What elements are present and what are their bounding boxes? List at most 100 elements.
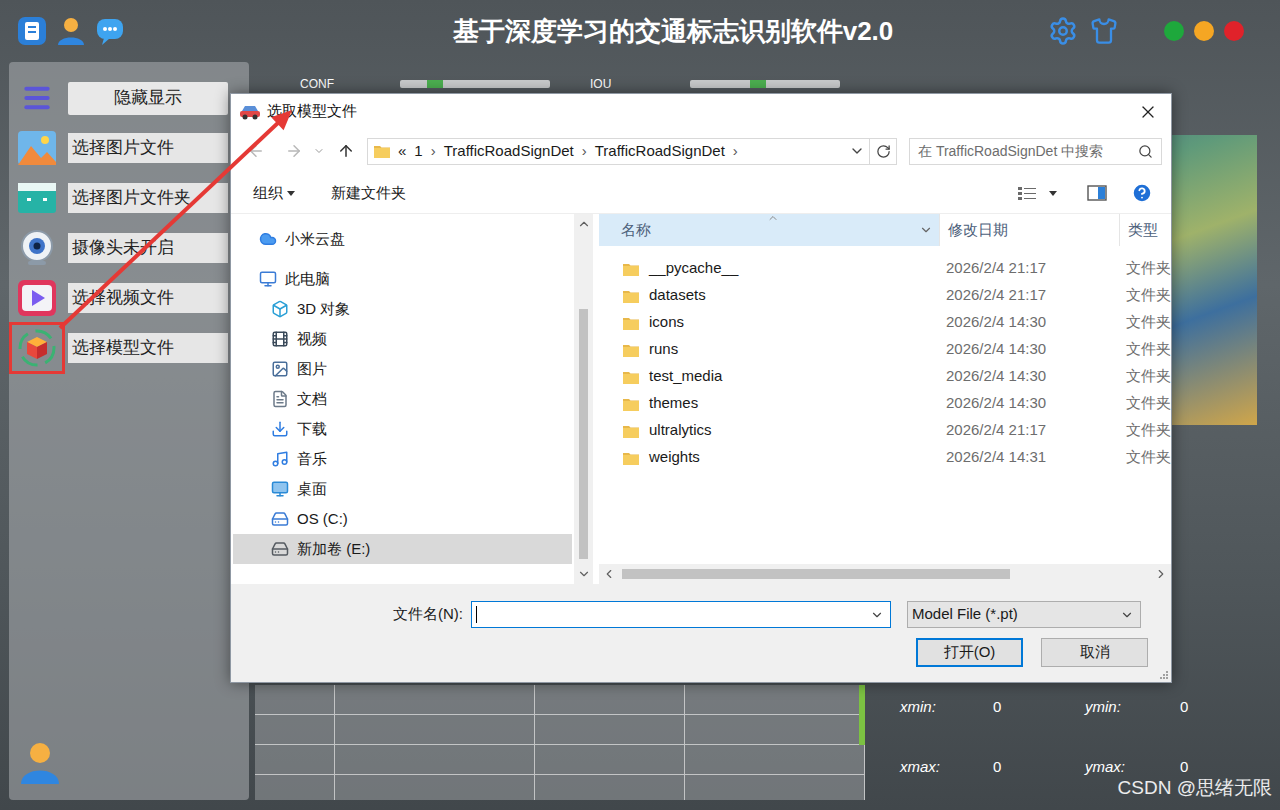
table-cell (535, 745, 685, 774)
file-type: 文件夹 (1119, 284, 1171, 307)
address-dropdown-icon[interactable] (849, 143, 865, 159)
sidebar-item-label[interactable]: 选择图片文件夹 (68, 183, 228, 213)
table-row[interactable] (255, 745, 865, 775)
nav-item[interactable]: 文档 (233, 384, 572, 414)
filename-history-icon[interactable] (870, 608, 884, 622)
open-button[interactable]: 打开(O) (916, 638, 1023, 667)
file-type: 文件夹 (1119, 446, 1171, 469)
view-mode-icon[interactable] (1017, 185, 1037, 201)
scroll-right-icon[interactable] (1154, 567, 1168, 581)
filename-input[interactable] (471, 601, 891, 628)
table-row[interactable] (255, 685, 865, 715)
nav-item[interactable]: 新加卷 (E:) (233, 534, 572, 564)
nav-item[interactable]: 此电脑 (233, 264, 572, 294)
scroll-up-icon[interactable] (577, 217, 591, 231)
window-control-dot[interactable] (1164, 21, 1184, 41)
file-row[interactable]: weights2026/2/4 14:31文件夹 (599, 444, 1171, 471)
slider-thumb[interactable] (427, 80, 443, 88)
organize-menu[interactable]: 组织 (253, 182, 295, 205)
sidebar-item[interactable]: 摄像头未开启 (9, 223, 249, 273)
chat-icon[interactable] (94, 15, 126, 47)
window-controls (1164, 21, 1244, 41)
column-header[interactable]: 修改日期 (939, 214, 1119, 246)
breadcrumb-separator[interactable]: › (431, 140, 436, 163)
file-row[interactable]: icons2026/2/4 14:30文件夹 (599, 309, 1171, 336)
table-row[interactable] (255, 775, 865, 800)
breadcrumb-item[interactable]: TrafficRoadSignDet (444, 140, 574, 163)
slider-thumb[interactable] (750, 80, 766, 88)
address-bar[interactable]: « 1 › TrafficRoadSignDet › TrafficRoadSignDet… (367, 138, 870, 165)
nav-item[interactable]: OS (C:) (233, 504, 572, 534)
breadcrumb-item[interactable]: TrafficRoadSignDet (595, 140, 725, 163)
table-scrollbar[interactable] (859, 685, 865, 745)
scroll-down-icon[interactable] (577, 567, 591, 581)
breadcrumb-separator[interactable]: › (582, 140, 587, 163)
gear-icon[interactable] (1048, 16, 1078, 46)
file-row[interactable]: themes2026/2/4 14:30文件夹 (599, 390, 1171, 417)
nav-item[interactable]: 小米云盘 (233, 224, 572, 254)
file-row[interactable]: ultralytics2026/2/4 21:17文件夹 (599, 417, 1171, 444)
sidebar-item[interactable]: 选择视频文件 (9, 273, 249, 323)
shirt-icon[interactable] (1090, 17, 1118, 45)
recent-icon[interactable] (313, 145, 325, 157)
nav-scroll-thumb[interactable] (579, 309, 588, 559)
file-row[interactable]: test_media2026/2/4 14:30文件夹 (599, 363, 1171, 390)
sidebar-item-label[interactable]: 选择图片文件 (68, 133, 228, 163)
nav-scrollbar[interactable] (574, 214, 593, 584)
column-header[interactable]: 名称 (599, 214, 939, 246)
dialog-body: 小米云盘此电脑3D 对象视频图片文档下载音乐桌面OS (C:)新加卷 (E:) 名… (231, 214, 1171, 584)
table-cell (685, 685, 865, 714)
close-button[interactable] (1125, 94, 1171, 129)
breadcrumb-separator[interactable]: › (733, 140, 738, 163)
window-control-dot[interactable] (1194, 21, 1214, 41)
nav-item[interactable]: 3D 对象 (233, 294, 572, 324)
preview-pane-icon[interactable] (1087, 185, 1107, 201)
column-header[interactable]: 类型 (1119, 214, 1171, 246)
back-icon[interactable] (247, 142, 265, 160)
table-row[interactable] (255, 715, 865, 745)
book-icon[interactable] (16, 15, 48, 47)
list-hscrollbar[interactable] (599, 564, 1171, 584)
nav-item[interactable]: 下载 (233, 414, 572, 444)
account-icon[interactable] (19, 740, 61, 786)
user-icon[interactable] (56, 15, 86, 47)
new-folder-button[interactable]: 新建文件夹 (331, 182, 406, 205)
view-caret-icon[interactable] (1049, 191, 1057, 196)
cancel-button[interactable]: 取消 (1041, 638, 1148, 667)
dialog-title-bar: 选取模型文件 (231, 94, 1171, 129)
nav-item[interactable]: 图片 (233, 354, 572, 384)
toggle-button[interactable]: 隐藏显示 (68, 82, 228, 115)
help-icon[interactable] (1131, 182, 1153, 204)
column-filter-icon[interactable] (919, 223, 933, 237)
search-box[interactable]: 在 TrafficRoadSignDet 中搜索 (909, 138, 1162, 165)
nav-item[interactable]: 视频 (233, 324, 572, 354)
refresh-button[interactable] (870, 138, 897, 165)
caret-down-icon (287, 191, 295, 196)
resize-grip-icon[interactable] (1158, 669, 1168, 679)
scroll-left-icon[interactable] (602, 567, 616, 581)
breadcrumb-overflow[interactable]: « (398, 140, 406, 163)
file-row[interactable]: __pycache__2026/2/4 21:17文件夹 (599, 255, 1171, 282)
up-icon[interactable] (337, 142, 355, 160)
sidebar-item-label[interactable]: 选择模型文件 (68, 333, 228, 363)
dialog-footer: 文件名(N):Model File (*.pt)打开(O)取消 (231, 584, 1171, 682)
forward-icon[interactable] (285, 142, 303, 160)
sidebar-item-label[interactable]: 选择视频文件 (68, 283, 228, 313)
menu-icon[interactable] (21, 82, 53, 114)
file-row[interactable]: datasets2026/2/4 21:17文件夹 (599, 282, 1171, 309)
sidebar-item[interactable]: 选择图片文件 (9, 123, 249, 173)
sidebar-item[interactable]: 选择图片文件夹 (9, 173, 249, 223)
nav-item[interactable]: 音乐 (233, 444, 572, 474)
coord-value: 0 (1180, 756, 1260, 776)
sidebar-item[interactable]: 选择模型文件 (9, 323, 249, 373)
slider-track[interactable] (690, 80, 840, 88)
sidebar-item-label[interactable]: 摄像头未开启 (68, 233, 228, 263)
slider-track[interactable] (400, 80, 550, 88)
nav-item[interactable]: 桌面 (233, 474, 572, 504)
filter-select[interactable]: Model File (*.pt) (907, 601, 1141, 628)
window-control-dot[interactable] (1224, 21, 1244, 41)
breadcrumb-item[interactable]: 1 (414, 140, 422, 163)
hscroll-thumb[interactable] (622, 569, 1010, 579)
table-cell (535, 685, 685, 714)
file-row[interactable]: runs2026/2/4 14:30文件夹 (599, 336, 1171, 363)
